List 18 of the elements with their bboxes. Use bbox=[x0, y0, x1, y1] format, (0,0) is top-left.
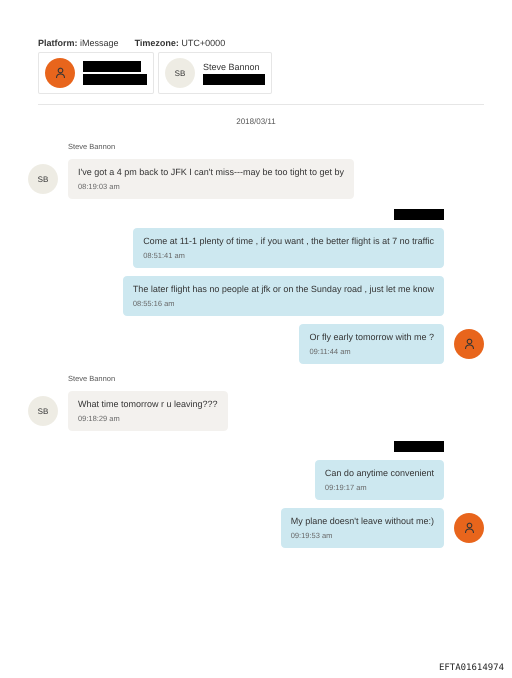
message-text: My plane doesn't leave without me:) bbox=[290, 516, 434, 526]
avatar-person-icon bbox=[454, 329, 484, 359]
participant-name: Steve Bannon bbox=[203, 62, 261, 72]
avatar-person-icon bbox=[45, 58, 75, 88]
avatar-person-icon bbox=[454, 513, 484, 543]
date-divider: 2018/03/11 bbox=[235, 117, 277, 126]
message-text: I've got a 4 pm back to JFK I can't miss---may be too tight to get by bbox=[78, 167, 344, 177]
message-text: Come at 11-1 plenty of time , if you want , the better flight is at 7 no traffic bbox=[143, 236, 434, 246]
avatar-initials: SB bbox=[165, 58, 195, 88]
avatar-initials: SB bbox=[28, 396, 58, 426]
message-text: What time tomorrow r u leaving??? bbox=[78, 399, 218, 409]
message-text: Or fly early tomorrow with me ? bbox=[309, 332, 434, 342]
platform-text: Platform: iMessage bbox=[38, 38, 119, 48]
message-text: The later flight has no people at jfk or on the Sunday road , just let me know bbox=[132, 284, 434, 294]
timezone-text: Timezone: UTC+0000 bbox=[134, 38, 226, 48]
document-id: EFTA01614974 bbox=[438, 663, 504, 673]
message-text: Can do anytime convenient bbox=[324, 468, 434, 478]
avatar-initials: SB bbox=[28, 164, 58, 194]
